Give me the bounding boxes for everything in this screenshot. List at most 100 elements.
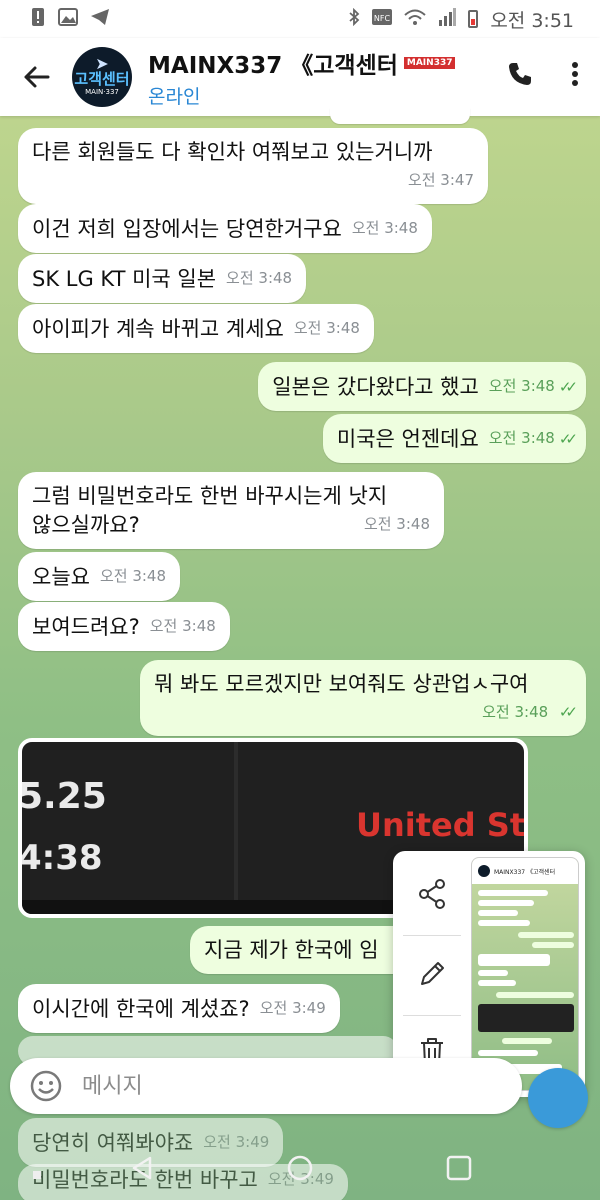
more-menu-button[interactable] bbox=[550, 61, 600, 94]
avatar[interactable]: ➤ 고객센터 MAIN·337 bbox=[72, 47, 132, 107]
message-bubble[interactable]: 아이피가 계속 바뀌고 계세요 오전 3:48 bbox=[18, 304, 374, 353]
message-time: 오전 3:48 bbox=[363, 515, 430, 533]
divider bbox=[403, 935, 461, 936]
message-time: 오전 3:48 bbox=[351, 219, 418, 237]
thumbnail-avatar bbox=[478, 865, 490, 877]
nav-home-button[interactable] bbox=[282, 1150, 318, 1186]
message-text: 보여드려요? bbox=[32, 615, 140, 639]
chat-title-block[interactable]: MAINX337 《고객센터 MAIN337 온라인 bbox=[148, 46, 490, 109]
back-button[interactable] bbox=[0, 38, 72, 116]
message-time: 오전 3:48 bbox=[149, 617, 216, 635]
thumbnail-bubble bbox=[478, 970, 508, 976]
circle-home-icon bbox=[287, 1155, 313, 1181]
online-status: 온라인 bbox=[148, 85, 201, 108]
thumbnail-bubble bbox=[478, 890, 548, 896]
wifi-icon bbox=[404, 8, 426, 31]
message-text: 일본은 갔다왔다고 했고 bbox=[272, 375, 479, 399]
message-bubble[interactable]: 다른 회원들도 다 확인차 여쭤보고 있는거니까 오전 3:47 bbox=[18, 128, 488, 204]
arrow-left-icon bbox=[24, 66, 50, 88]
thumbnail-bubble bbox=[518, 932, 574, 938]
alert-icon bbox=[30, 7, 46, 31]
thumbnail-title: MAINX337 《고객센터 bbox=[494, 868, 556, 876]
image-divider bbox=[234, 742, 238, 914]
message-text: 미국은 언젠데요 bbox=[336, 427, 479, 451]
message-time: 오전 3:47 bbox=[407, 171, 474, 189]
thumbnail-bubble bbox=[478, 980, 516, 986]
thumbnail-image bbox=[478, 1004, 574, 1032]
message-time: 오전 3:49 bbox=[259, 999, 326, 1017]
message-time: 오전 3:48 bbox=[488, 429, 555, 447]
avatar-subtitle: MAIN·337 bbox=[85, 88, 119, 96]
double-check-icon: ✓✓ bbox=[558, 703, 578, 721]
square-recents-icon bbox=[446, 1155, 472, 1181]
pencil-icon bbox=[421, 962, 444, 985]
message-composer bbox=[10, 1058, 522, 1114]
chat-title: MAINX337 《고객센터 bbox=[148, 52, 398, 79]
status-bar: NFC 오전 3:51 bbox=[0, 0, 600, 38]
nav-back-button[interactable] bbox=[124, 1150, 160, 1186]
message-text: 지금 제가 한국에 임 bbox=[204, 938, 379, 962]
clock: 오전 3:51 bbox=[490, 9, 574, 32]
paper-plane-icon: ➤ bbox=[95, 54, 109, 73]
message-time: 오전 3:48 bbox=[482, 703, 549, 721]
thumbnail-bubble bbox=[478, 920, 530, 926]
image-text-number: 5.25 bbox=[18, 776, 107, 817]
nav-recents-button[interactable] bbox=[441, 1150, 477, 1186]
double-check-icon: ✓✓ bbox=[558, 430, 578, 448]
message-bubble[interactable] bbox=[330, 108, 470, 124]
message-bubble[interactable]: SK LG KT 미국 일본 오전 3:48 bbox=[18, 254, 307, 303]
screenshot-thumbnail[interactable]: MAINX337 《고객센터 bbox=[471, 857, 579, 1091]
system-nav-bar bbox=[0, 1136, 600, 1200]
message-bubble[interactable]: 그럼 비밀번호라도 한번 바꾸시는게 낫지 않으실까요? 오전 3:48 bbox=[18, 472, 444, 549]
double-check-icon: ✓✓ bbox=[558, 378, 578, 396]
avatar-title: 고객센터 bbox=[74, 70, 130, 88]
message-bubble[interactable]: 이건 저희 입장에서는 당연한거구요 오전 3:48 bbox=[18, 204, 432, 253]
message-input[interactable] bbox=[82, 1073, 482, 1099]
image-text-time: 4:38 bbox=[18, 838, 103, 878]
share-icon bbox=[419, 879, 445, 909]
nav-indicator-dot bbox=[20, 1158, 56, 1194]
message-text: 이건 저희 입장에서는 당연한거구요 bbox=[32, 217, 342, 241]
message-time: 오전 3:48 bbox=[293, 319, 360, 337]
call-button[interactable] bbox=[490, 61, 550, 94]
more-vertical-icon bbox=[572, 61, 578, 86]
thumbnail-bubble bbox=[478, 954, 550, 966]
bluetooth-icon bbox=[348, 7, 360, 31]
message-bubble[interactable]: 보여드려요? 오전 3:48 bbox=[18, 602, 230, 651]
battery-icon bbox=[468, 10, 479, 28]
message-bubble-outgoing[interactable]: 지금 제가 한국에 임 bbox=[190, 926, 420, 974]
message-time: 오전 3:48 bbox=[488, 377, 555, 395]
share-button[interactable] bbox=[407, 869, 457, 919]
message-text: 뭐 봐도 모르겠지만 보여줘도 상관업ㅅ구여 bbox=[154, 672, 529, 696]
message-time: 오전 3:48 bbox=[99, 567, 167, 585]
divider bbox=[403, 1015, 461, 1016]
thumbnail-bubble bbox=[478, 910, 518, 916]
edit-button[interactable] bbox=[407, 949, 457, 999]
mini-logo: MAIN337 bbox=[403, 56, 456, 69]
message-text: 아이피가 계속 바뀌고 계세요 bbox=[32, 317, 284, 341]
thumbnail-bubble bbox=[532, 942, 574, 948]
message-bubble-outgoing[interactable]: 일본은 갔다왔다고 했고 오전 3:48 ✓✓ bbox=[258, 362, 586, 411]
message-time: 오전 3:48 bbox=[226, 269, 293, 287]
message-bubble[interactable]: 오늘요 오전 3:48 bbox=[18, 552, 181, 601]
svg-text:NFC: NFC bbox=[374, 14, 391, 23]
message-text: 오늘요 bbox=[32, 565, 90, 589]
message-bubble-outgoing[interactable]: 미국은 언젠데요 오전 3:48 ✓✓ bbox=[322, 414, 586, 463]
thumbnail-bubble bbox=[502, 1038, 552, 1044]
message-text-line1: 그럼 비밀번호라도 한번 바꾸시는게 낫지 bbox=[32, 484, 388, 508]
message-text: 다른 회원들도 다 확인차 여쭤보고 있는거니까 bbox=[32, 140, 433, 164]
signal-icon bbox=[438, 7, 457, 31]
thumbnail-header: MAINX337 《고객센터 bbox=[472, 858, 578, 884]
smiley-icon bbox=[30, 1070, 62, 1102]
message-bubble[interactable]: 이시간에 한국에 계셨죠? 오전 3:49 bbox=[18, 984, 340, 1033]
message-bubble-outgoing[interactable]: 뭐 봐도 모르겠지만 보여줘도 상관업ㅅ구여 오전 3:48 ✓✓ bbox=[140, 660, 586, 736]
message-text: SK LG KT 미국 일본 bbox=[32, 267, 217, 291]
send-button[interactable] bbox=[528, 1068, 588, 1128]
phone-icon bbox=[509, 62, 531, 85]
message-text: 이시간에 한국에 계셨죠? bbox=[32, 997, 250, 1021]
telegram-icon bbox=[90, 8, 110, 31]
emoji-button[interactable] bbox=[10, 1069, 82, 1103]
triangle-back-icon bbox=[132, 1156, 152, 1180]
thumbnail-bubble bbox=[478, 1050, 538, 1056]
message-text-line2: 않으실까요? bbox=[32, 513, 140, 537]
